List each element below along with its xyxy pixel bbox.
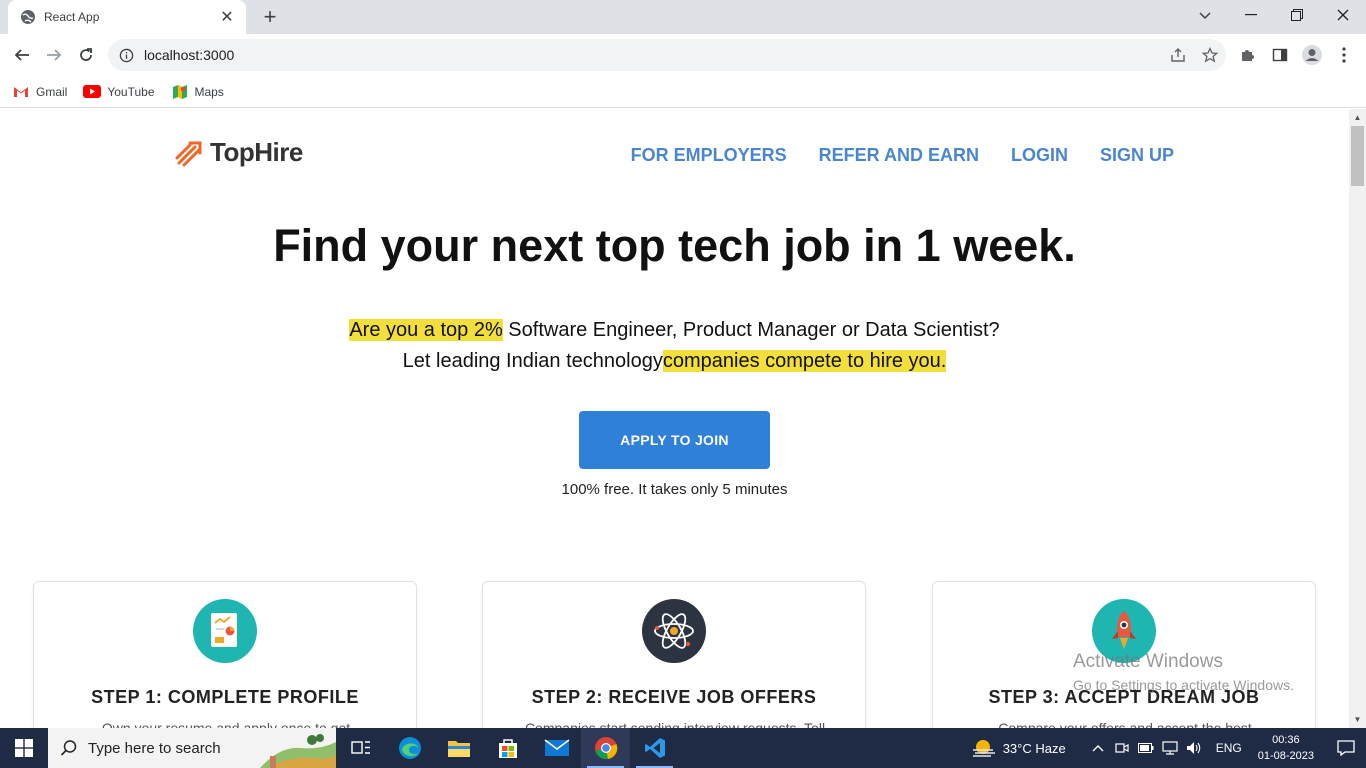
scroll-up-arrow-icon[interactable]: ▲ xyxy=(1349,109,1366,126)
page-scrollbar[interactable]: ▲ ▼ xyxy=(1349,109,1366,728)
share-icon[interactable] xyxy=(1162,41,1194,69)
tab-search-chevron-icon[interactable] xyxy=(1192,4,1218,28)
globe-icon xyxy=(20,9,36,25)
step-card-1: STEP 1: COMPLETE PROFILE Own your resume… xyxy=(33,581,417,728)
back-arrow-icon[interactable] xyxy=(8,41,36,69)
activate-windows-watermark: Activate Windows Go to Settings to activ… xyxy=(1073,651,1294,693)
nav-for-employers[interactable]: FOR EMPLOYERS xyxy=(631,145,787,166)
language-indicator[interactable]: ENG xyxy=(1216,741,1242,755)
scrollbar-thumb[interactable] xyxy=(1351,126,1364,186)
bookmark-label: Maps xyxy=(194,84,224,99)
tophire-logo[interactable]: TopHire xyxy=(174,137,303,168)
volume-icon[interactable] xyxy=(1182,728,1206,768)
hero-subline-2: Let leading Indian technologycompanies c… xyxy=(0,350,1349,373)
task-view-icon[interactable] xyxy=(336,728,385,768)
tab-title: React App xyxy=(44,10,100,24)
chrome-icon[interactable] xyxy=(581,728,630,768)
url-text: localhost:3000 xyxy=(144,47,235,63)
cta-note: 100% free. It takes only 5 minutes xyxy=(561,481,788,498)
battery-icon[interactable] xyxy=(1134,728,1158,768)
new-tab-button[interactable]: + xyxy=(258,4,282,29)
minimize-button[interactable] xyxy=(1228,0,1274,30)
watermark-title: Activate Windows xyxy=(1073,651,1223,672)
subline-text: Software Engineer, Product Manager or Da… xyxy=(502,319,1000,341)
nav-login[interactable]: LOGIN xyxy=(1011,145,1068,166)
page-viewport: TopHire FOR EMPLOYERS REFER AND EARN LOG… xyxy=(0,109,1366,728)
menu-kebab-icon[interactable] xyxy=(1330,41,1358,69)
highlight-text: companies compete to hire you. xyxy=(662,350,947,372)
highlight-text: Are you a top 2% xyxy=(349,319,503,341)
browser-tabstrip: React App ✕ + xyxy=(0,0,1366,34)
forward-arrow-icon[interactable] xyxy=(40,41,68,69)
meet-now-icon[interactable] xyxy=(1110,728,1134,768)
watermark-subtitle: Go to Settings to activate Windows. xyxy=(1073,677,1294,693)
tophire-logo-mark-icon xyxy=(175,141,202,166)
mail-icon[interactable] xyxy=(532,728,581,768)
search-placeholder: Type here to search xyxy=(88,739,221,757)
system-tray: 33°C Haze ENG 00:36 01-08-2023 xyxy=(971,728,1366,768)
bookmark-label: YouTube xyxy=(107,84,155,99)
windows-taskbar: Type here to search 33°C Haze ENG 00:36 … xyxy=(0,728,1366,768)
close-tab-icon[interactable]: ✕ xyxy=(218,8,236,26)
system-clock[interactable]: 00:36 01-08-2023 xyxy=(1258,732,1314,764)
address-bar[interactable]: localhost:3000 xyxy=(108,39,1226,71)
step-card-2: STEP 2: RECEIVE JOB OFFERS Companies sta… xyxy=(482,581,866,728)
browser-toolbar: localhost:3000 xyxy=(0,34,1366,76)
reload-icon[interactable] xyxy=(72,41,100,69)
nav-sign-up[interactable]: SIGN UP xyxy=(1100,145,1174,166)
step-title: STEP 1: COMPLETE PROFILE xyxy=(91,687,359,707)
scroll-down-arrow-icon[interactable]: ▼ xyxy=(1349,711,1366,728)
close-window-button[interactable] xyxy=(1320,0,1366,30)
network-icon[interactable] xyxy=(1158,728,1182,768)
windows-start-icon[interactable] xyxy=(0,728,48,768)
bookmark-label: Gmail xyxy=(36,84,68,99)
profile-avatar-icon[interactable] xyxy=(1298,41,1326,69)
site-info-icon[interactable] xyxy=(118,47,134,63)
vscode-icon[interactable] xyxy=(630,728,679,768)
subline-text: Let leading Indian technology xyxy=(402,350,663,372)
browser-tab[interactable]: React App ✕ xyxy=(8,0,246,34)
step-text: Companies start sending interview reques… xyxy=(524,720,826,728)
bookmark-maps[interactable]: Maps xyxy=(171,84,224,99)
search-icon xyxy=(60,740,77,756)
step-text: Compare your offers and accept the best xyxy=(998,720,1252,728)
top-nav: FOR EMPLOYERS REFER AND EARN LOGIN SIGN … xyxy=(599,145,1174,166)
weather-text: 33°C Haze xyxy=(1002,740,1066,756)
weather-widget[interactable]: 33°C Haze xyxy=(971,738,1066,758)
logo-text: TopHire xyxy=(210,137,303,167)
apply-to-join-button[interactable]: APPLY TO JOIN xyxy=(579,411,770,469)
hero-subline-1: Are you a top 2% Software Engineer, Prod… xyxy=(0,319,1349,342)
file-explorer-icon[interactable] xyxy=(434,728,483,768)
gmail-icon xyxy=(12,85,30,99)
extensions-puzzle-icon[interactable] xyxy=(1234,41,1262,69)
bookmark-youtube[interactable]: YouTube xyxy=(83,84,155,99)
search-highlight-landscape-icon xyxy=(260,734,336,768)
notifications-icon[interactable] xyxy=(1326,728,1366,768)
clock-time: 00:36 xyxy=(1272,734,1300,746)
hero-headline: Find your next top tech job in 1 week. xyxy=(273,220,1076,271)
clock-date: 01-08-2023 xyxy=(1257,750,1314,762)
taskbar-search-box[interactable]: Type here to search xyxy=(48,728,336,768)
youtube-icon xyxy=(83,85,102,99)
bookmark-gmail[interactable]: Gmail xyxy=(12,85,67,99)
step-title: STEP 2: RECEIVE JOB OFFERS xyxy=(531,687,817,707)
atom-icon xyxy=(642,599,706,663)
restore-button[interactable] xyxy=(1274,0,1320,30)
show-hidden-icons-chevron-icon[interactable] xyxy=(1086,728,1110,768)
bookmarks-bar: Gmail YouTube Maps xyxy=(0,76,1366,108)
bookmark-star-icon[interactable] xyxy=(1194,41,1226,69)
side-panel-icon[interactable] xyxy=(1266,41,1294,69)
haze-sun-icon xyxy=(972,740,995,757)
maps-icon xyxy=(171,84,189,99)
step-text: Own your resume and apply once to get xyxy=(101,720,351,728)
nav-refer-and-earn[interactable]: REFER AND EARN xyxy=(819,145,979,166)
microsoft-store-icon[interactable] xyxy=(483,728,532,768)
edge-browser-icon[interactable] xyxy=(385,728,434,768)
profile-document-icon xyxy=(193,599,257,663)
